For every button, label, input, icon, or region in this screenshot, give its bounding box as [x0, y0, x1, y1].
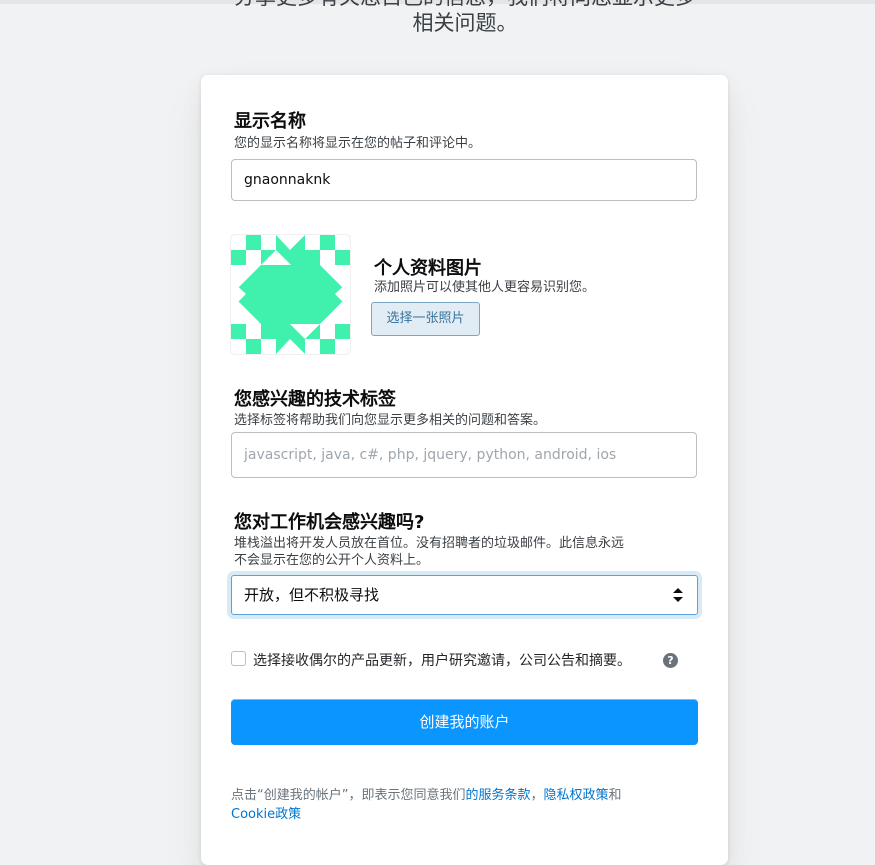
job-interest-description: 堆栈溢出将开发人员放在首位。没有招聘者的垃圾邮件。此信息永远 不会显示在您的公开… — [234, 535, 624, 569]
tech-tags-title: 您感兴趣的技术标签 — [234, 389, 396, 410]
opt-in-label[interactable]: 选择接收偶尔的产品更新，用户研究邀请，公司公告和摘要。 — [253, 650, 631, 670]
profile-picture-title: 个人资料图片 — [374, 258, 482, 279]
opt-in-checkbox[interactable] — [231, 651, 246, 666]
tech-tags-input[interactable]: javascript, java, c#, php, jquery, pytho… — [231, 432, 697, 478]
job-interest-selected-option: 开放，但不积极寻找 — [244, 586, 380, 604]
profile-picture-description: 添加照片可以使其他人更容易识别您。 — [374, 280, 596, 295]
cookie-link[interactable]: Cookie政策 — [231, 807, 301, 822]
avatar — [231, 235, 350, 354]
privacy-link[interactable]: 隐私权政策 — [544, 788, 609, 803]
identicon-image — [231, 235, 350, 354]
question-circle-icon[interactable]: ? — [663, 653, 678, 668]
job-interest-description-line-2: 不会显示在您的公开个人资料上。 — [234, 553, 430, 568]
legal-notice: 点击“创建我的帐户”，即表示您同意我们的服务条款，隐私权政策和 Cookie政策 — [231, 786, 701, 824]
profile-form-card: 显示名称 您的显示名称将显示在您的帖子和评论中。 gnaonnaknk 个人资料… — [201, 75, 728, 865]
job-interest-description-line-1: 堆栈溢出将开发人员放在首位。没有招聘者的垃圾邮件。此信息永远 — [234, 536, 625, 551]
display-name-description: 您的显示名称将显示在您的帖子和评论中。 — [234, 136, 482, 151]
display-name-input[interactable]: gnaonnaknk — [231, 159, 697, 201]
legal-separator: ， — [530, 788, 544, 803]
job-interest-title: 您对工作机会感兴趣吗? — [234, 512, 425, 533]
intro-line-1: 分享更多有关您自己的信息，我们将向您显示更多 — [200, 0, 730, 10]
tech-tags-description: 选择标签将帮助我们向您显示更多相关的问题和答案。 — [234, 413, 547, 428]
legal-prefix: 点击“创建我的帐户”，即表示您同意我们 — [231, 788, 466, 803]
sort-arrows-icon — [673, 588, 683, 602]
choose-photo-button[interactable]: 选择一张照片 — [371, 302, 480, 336]
job-interest-select[interactable]: 开放，但不积极寻找 — [231, 575, 698, 615]
legal-and: 和 — [608, 788, 622, 803]
terms-link[interactable]: 的服务条款 — [465, 788, 530, 803]
create-account-button[interactable]: 创建我的账户 — [231, 699, 698, 745]
intro-text: 分享更多有关您自己的信息，我们将向您显示更多 相关问题。 — [200, 0, 730, 36]
intro-line-2: 相关问题。 — [412, 11, 518, 35]
display-name-title: 显示名称 — [234, 111, 306, 132]
